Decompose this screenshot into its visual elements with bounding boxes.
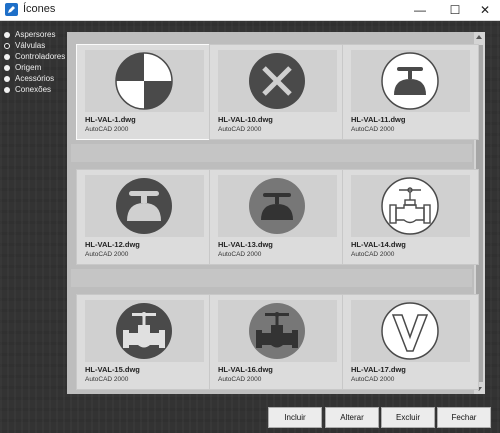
file-version: AutoCAD 2000 — [218, 376, 262, 383]
radio-button[interactable] — [4, 75, 10, 82]
file-name: HL-VAL-17.dwg — [351, 365, 406, 374]
thumbnail — [85, 175, 204, 237]
edit-button[interactable]: Alterar — [325, 407, 379, 428]
category-label: Conexões — [15, 85, 52, 94]
close-button[interactable]: Fechar — [437, 407, 491, 428]
category-label: Válvulas — [15, 41, 46, 50]
radio-button-selected[interactable] — [4, 42, 10, 49]
category-label: Origem — [15, 63, 42, 72]
row-separator — [71, 269, 472, 287]
category-conexoes[interactable]: Conexões — [4, 84, 65, 95]
icon-card-hl-val-12[interactable]: HL-VAL-12.dwg AutoCAD 2000 — [76, 169, 213, 265]
gate-valve-gray-icon — [249, 303, 305, 359]
close-window-button[interactable]: ✕ — [470, 0, 500, 20]
valve-quadrant-icon — [115, 52, 173, 110]
valve-v-icon — [381, 302, 439, 360]
file-name: HL-VAL-12.dwg — [85, 240, 140, 249]
maximize-button[interactable]: ☐ — [440, 0, 470, 20]
dialog-body: Aspersores Válvulas Controladores Origem… — [0, 21, 500, 433]
category-aspersores[interactable]: Aspersores — [4, 29, 65, 40]
icon-card-hl-val-17[interactable]: HL-VAL-17.dwg AutoCAD 2000 — [342, 294, 479, 390]
window-title: Ícones — [23, 3, 56, 15]
title-bar: Ícones — ☐ ✕ — [0, 0, 500, 21]
valve-x-icon — [249, 53, 305, 109]
file-version: AutoCAD 2000 — [218, 126, 262, 133]
thumbnail — [351, 175, 470, 237]
category-controladores[interactable]: Controladores — [4, 51, 65, 62]
file-name: HL-VAL-1.dwg — [85, 115, 136, 124]
category-label: Acessórios — [15, 74, 55, 83]
radio-button[interactable] — [4, 86, 10, 93]
include-button[interactable]: Incluir — [268, 407, 322, 428]
icon-card-hl-val-1[interactable]: HL-VAL-1.dwg AutoCAD 2000 — [76, 44, 213, 140]
file-version: AutoCAD 2000 — [351, 126, 395, 133]
icon-card-hl-val-10[interactable]: HL-VAL-10.dwg AutoCAD 2000 — [209, 44, 346, 140]
thumbnail — [218, 175, 337, 237]
thumbnail — [351, 50, 470, 112]
radio-button[interactable] — [4, 64, 10, 71]
icon-card-hl-val-14[interactable]: HL-VAL-14.dwg AutoCAD 2000 — [342, 169, 479, 265]
minimize-button[interactable]: — — [405, 0, 435, 20]
file-name: HL-VAL-10.dwg — [218, 115, 273, 124]
thumbnail — [218, 300, 337, 362]
file-version: AutoCAD 2000 — [351, 376, 395, 383]
icon-card-hl-val-15[interactable]: HL-VAL-15.dwg AutoCAD 2000 — [76, 294, 213, 390]
file-version: AutoCAD 2000 — [85, 376, 129, 383]
category-label: Aspersores — [15, 30, 56, 39]
file-version: AutoCAD 2000 — [218, 251, 262, 258]
icon-card-hl-val-11[interactable]: HL-VAL-11.dwg AutoCAD 2000 — [342, 44, 479, 140]
gate-valve-filled-icon — [116, 303, 172, 359]
file-name: HL-VAL-16.dwg — [218, 365, 273, 374]
file-name: HL-VAL-14.dwg — [351, 240, 406, 249]
file-version: AutoCAD 2000 — [85, 126, 129, 133]
category-origem[interactable]: Origem — [4, 62, 65, 73]
file-version: AutoCAD 2000 — [85, 251, 129, 258]
app-icon — [5, 3, 18, 16]
scroll-up-icon[interactable] — [476, 35, 482, 39]
category-valvulas[interactable]: Válvulas — [4, 40, 65, 51]
icon-card-hl-val-13[interactable]: HL-VAL-13.dwg AutoCAD 2000 — [209, 169, 346, 265]
radio-button[interactable] — [4, 31, 10, 38]
category-list: Aspersores Válvulas Controladores Origem… — [4, 29, 65, 95]
file-version: AutoCAD 2000 — [351, 251, 395, 258]
thumbnail — [85, 300, 204, 362]
thumbnail — [351, 300, 470, 362]
thumbnail — [85, 50, 204, 112]
category-label: Controladores — [15, 52, 66, 61]
gate-valve-outline-icon — [381, 177, 439, 235]
file-name: HL-VAL-15.dwg — [85, 365, 140, 374]
icon-card-hl-val-16[interactable]: HL-VAL-16.dwg AutoCAD 2000 — [209, 294, 346, 390]
valve-bell-gray-icon — [249, 178, 305, 234]
radio-button[interactable] — [4, 53, 10, 60]
row-separator — [71, 144, 472, 162]
category-acessorios[interactable]: Acessórios — [4, 73, 65, 84]
valve-bell-filled-icon — [116, 178, 172, 234]
thumbnail — [218, 50, 337, 112]
file-name: HL-VAL-11.dwg — [351, 115, 406, 124]
delete-button[interactable]: Excluir — [381, 407, 435, 428]
valve-bell-outline-icon — [381, 52, 439, 110]
file-name: HL-VAL-13.dwg — [218, 240, 273, 249]
